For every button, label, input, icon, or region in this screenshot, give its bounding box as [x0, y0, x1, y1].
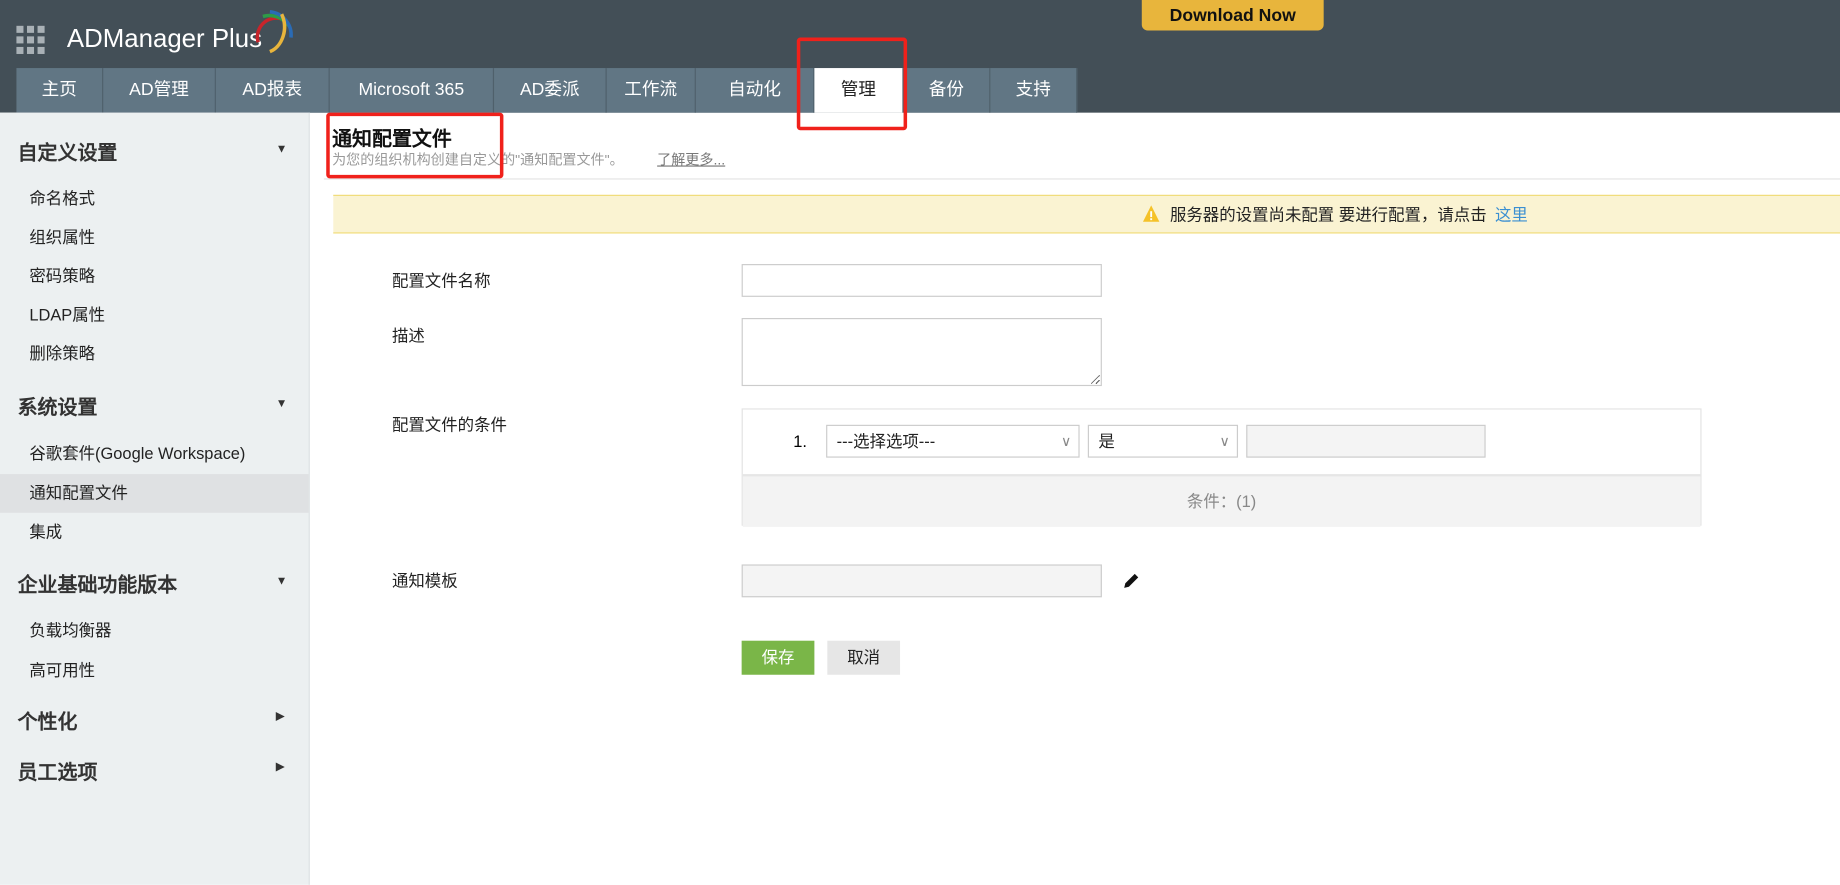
main-nav-tabs: 主页 AD管理 AD报表 Microsoft 365 AD委派 工作流 自动化 … [16, 68, 1078, 113]
divider [323, 178, 1840, 180]
tab-ad-reports[interactable]: AD报表 [215, 68, 330, 113]
condition-value-input[interactable] [1246, 424, 1486, 458]
sidebar-item-high-availability[interactable]: 高可用性 [0, 651, 309, 690]
warning-icon [1142, 205, 1160, 222]
warning-text: 服务器的设置尚未配置 要进行配置，请点击 [1169, 205, 1487, 225]
tab-ad-delegation[interactable]: AD委派 [494, 68, 607, 113]
highlight-admin-tab [796, 37, 908, 131]
sidebar-section-customization[interactable]: 自定义设置 [18, 136, 118, 165]
description-textarea[interactable] [741, 318, 1102, 387]
sidebar-item-naming-format[interactable]: 命名格式 [0, 180, 309, 219]
chevron-down-icon: ∨ [1219, 433, 1230, 450]
notification-template-input[interactable] [741, 564, 1102, 598]
app-grid-icon[interactable] [16, 25, 45, 54]
pencil-edit-icon[interactable] [1122, 571, 1141, 590]
sidebar-item-delete-policy[interactable]: 删除策略 [0, 334, 309, 373]
warning-banner [333, 194, 1840, 234]
sidebar-section-enterprise[interactable]: 企业基础功能版本 [18, 568, 178, 597]
notification-template-label: 通知模板 [391, 571, 458, 591]
condition-operator-select[interactable]: 是 ∨ [1087, 424, 1239, 458]
save-button[interactable]: 保存 [741, 640, 815, 675]
product-logo[interactable]: ADManager Plus [67, 23, 262, 54]
condition-index: 1. [793, 431, 807, 451]
caret-right-icon[interactable]: ▶ [276, 710, 285, 723]
caret-down-icon[interactable]: ▼ [276, 398, 288, 411]
configure-here-link[interactable]: 这里 [1495, 203, 1528, 226]
chevron-down-icon: ∨ [1061, 433, 1072, 450]
sidebar-item-password-policy[interactable]: 密码策略 [0, 257, 309, 296]
sidebar-section-system-settings[interactable]: 系统设置 [18, 391, 98, 420]
sidebar: 自定义设置 ▼ 命名格式 组织属性 密码策略 LDAP属性 删除策略 系统设置 … [0, 112, 310, 885]
sidebar-item-notification-profiles[interactable]: 通知配置文件 [0, 474, 309, 513]
sidebar-item-integration[interactable]: 集成 [0, 513, 309, 552]
cancel-button[interactable]: 取消 [827, 640, 901, 675]
tab-workflow[interactable]: 工作流 [606, 68, 696, 113]
tab-backup[interactable]: 备份 [903, 68, 991, 113]
profile-name-input[interactable] [741, 264, 1102, 297]
tab-ad-management[interactable]: AD管理 [103, 68, 216, 113]
download-now-button[interactable]: Download Now [1141, 0, 1324, 31]
sidebar-item-ldap-attributes[interactable]: LDAP属性 [0, 296, 309, 335]
condition-attribute-select[interactable]: ---选择选项--- ∨ [826, 424, 1080, 458]
sidebar-item-load-balancer[interactable]: 负载均衡器 [0, 611, 309, 650]
tab-microsoft-365[interactable]: Microsoft 365 [329, 68, 495, 113]
caret-down-icon[interactable]: ▼ [276, 143, 288, 156]
caret-down-icon[interactable]: ▼ [276, 575, 288, 588]
profile-name-label: 配置文件名称 [391, 271, 491, 290]
caret-right-icon[interactable]: ▶ [276, 760, 285, 773]
condition-attribute-value: ---选择选项--- [836, 431, 936, 451]
condition-operator-value: 是 [1098, 431, 1115, 451]
sidebar-section-employee-options[interactable]: 员工选项 [18, 756, 98, 785]
profile-conditions-label: 配置文件的条件 [391, 415, 507, 435]
description-label: 描述 [391, 326, 425, 346]
condition-count: 条件：(1) [742, 474, 1701, 527]
highlight-page-title [326, 112, 504, 179]
sidebar-item-org-attributes[interactable]: 组织属性 [0, 218, 309, 257]
tab-support[interactable]: 支持 [990, 68, 1078, 113]
sidebar-section-personalize[interactable]: 个性化 [18, 705, 78, 734]
logo-arc-icon [255, 9, 293, 54]
sidebar-item-google-workspace[interactable]: 谷歌套件(Google Workspace) [0, 434, 309, 473]
learn-more-link[interactable]: 了解更多... [657, 149, 725, 169]
tab-home[interactable]: 主页 [16, 68, 104, 113]
